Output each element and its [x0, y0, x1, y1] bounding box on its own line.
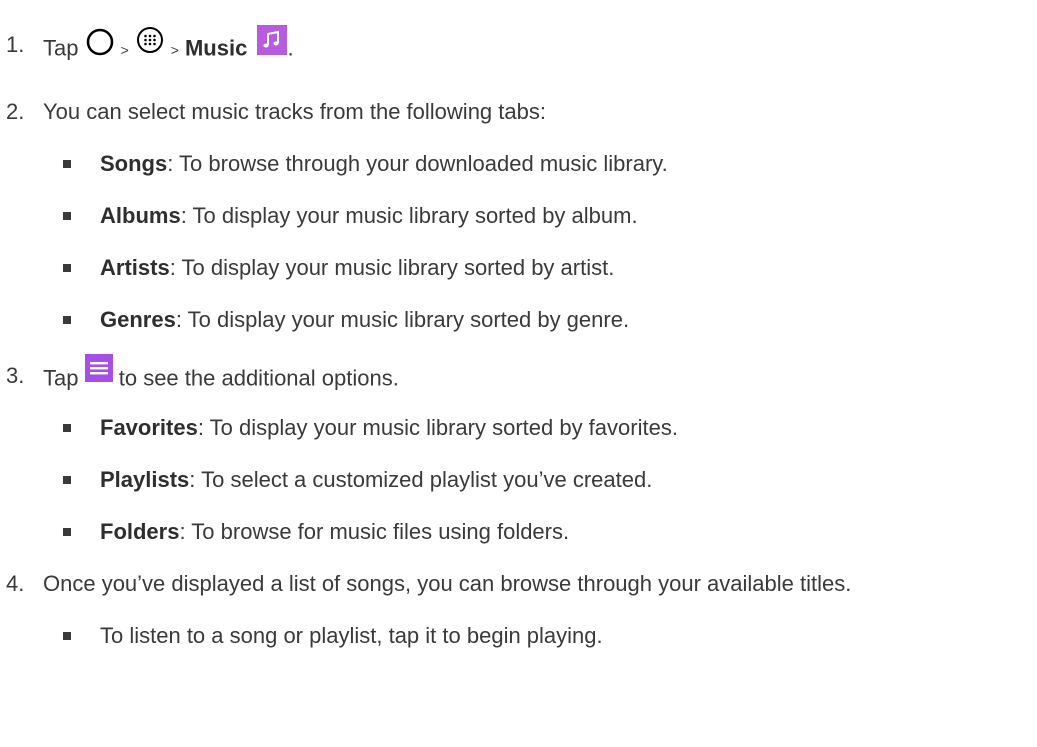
option-description: : To select a customized playlist you’ve… — [189, 467, 653, 492]
separator: > — [170, 42, 179, 59]
tab-name: Albums — [100, 203, 181, 228]
option-description: : To browse for music files using folder… — [179, 519, 570, 544]
step-text: to see the additional options. — [118, 365, 399, 391]
tab-description: : To display your music library sorted b… — [169, 255, 615, 280]
bullet — [63, 632, 71, 640]
option-name: Folders — [100, 519, 180, 544]
tap-text: Tap — [43, 35, 79, 61]
step-number: 1. — [6, 32, 25, 57]
bullet — [63, 528, 71, 536]
step-number: 2. — [6, 99, 25, 124]
step-text: You can select music tracks from the fol… — [43, 99, 546, 124]
option-name: Favorites — [100, 415, 198, 440]
music-label: Music — [184, 35, 248, 61]
tab-name: Songs — [100, 151, 168, 176]
bullet — [63, 316, 71, 324]
home-circle-icon — [85, 27, 115, 64]
bullet — [63, 160, 71, 168]
period: . — [287, 35, 294, 61]
tap-text: Tap — [43, 365, 79, 391]
option-description: : To display your music library sorted b… — [197, 415, 678, 440]
tab-name: Genres — [100, 307, 176, 332]
tab-description: : To display your music library sorted b… — [175, 307, 630, 332]
step-number: 4. — [6, 571, 25, 596]
bullet — [63, 424, 71, 432]
step-number: 3. — [6, 363, 25, 388]
bullet — [63, 212, 71, 220]
bullet-text: To listen to a song or playlist, tap it … — [100, 623, 603, 648]
music-note-icon — [257, 25, 288, 62]
tab-name: Artists — [100, 255, 170, 280]
tab-description: : To display your music library sorted b… — [180, 203, 638, 228]
bullet — [63, 476, 71, 484]
apps-grid-icon — [135, 25, 165, 62]
tab-description: : To browse through your downloaded musi… — [167, 151, 668, 176]
step-text: Once you’ve displayed a list of songs, y… — [43, 571, 852, 596]
menu-icon — [84, 354, 113, 389]
bullet — [63, 264, 71, 272]
option-name: Playlists — [100, 467, 190, 492]
separator: > — [120, 42, 129, 59]
